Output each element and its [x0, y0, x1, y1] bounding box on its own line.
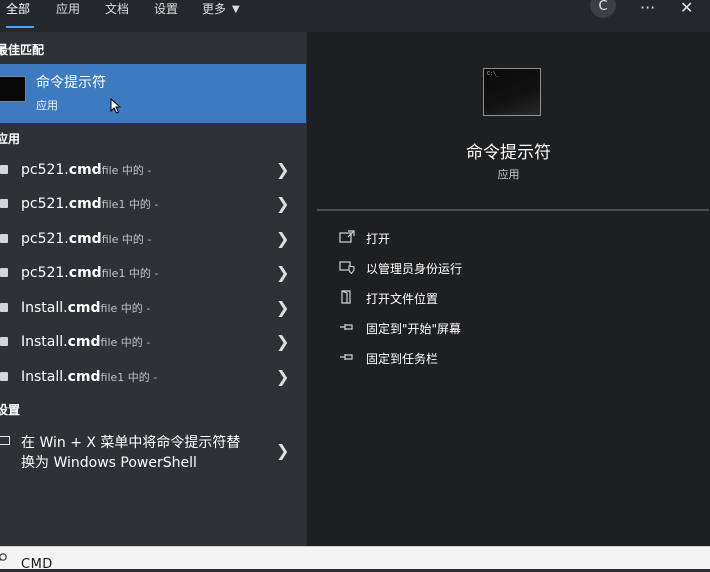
- result-row[interactable]: pc521.cmdfile1 中的 - ❯: [0, 256, 306, 290]
- pin-icon: [340, 324, 353, 330]
- search-icon: [0, 553, 7, 561]
- apps-header: 应用: [0, 132, 21, 146]
- file-icon: [0, 234, 8, 243]
- chevron-right-icon[interactable]: ❯: [276, 160, 289, 179]
- action-label: 打开: [366, 232, 391, 246]
- result-name: pc521.cmdfile1 中的 -: [21, 265, 159, 281]
- file-icon: [0, 337, 8, 346]
- best-match-type: 应用: [36, 99, 58, 112]
- more-options-icon[interactable]: ···: [640, 0, 655, 17]
- setting-result-row[interactable]: 在 Win + X 菜单中将命令提示符替 换为 Windows PowerShe…: [0, 428, 306, 472]
- action-label: 固定到任务栏: [366, 352, 439, 366]
- search-input[interactable]: CMD: [21, 557, 53, 572]
- command-prompt-app-icon: [0, 76, 26, 102]
- result-name: Install.cmdfile1 中的 -: [21, 369, 158, 385]
- tab-apps-label: 应用: [56, 2, 81, 16]
- search-tab-bar: 全部 应用 文档 设置 更多 ▼ C ··· ✕: [0, 0, 710, 32]
- tab-all[interactable]: 全部: [6, 0, 34, 32]
- file-icon: [0, 372, 8, 381]
- action-label: 打开文件位置: [366, 292, 439, 306]
- account-avatar[interactable]: C: [590, 0, 616, 18]
- result-name: Install.cmdfile 中的 -: [21, 300, 151, 316]
- settings-header: 设置: [0, 403, 21, 417]
- open-icon: [339, 230, 355, 243]
- caret-down-icon: ▼: [232, 4, 240, 15]
- divider: [317, 209, 709, 211]
- file-icon: [0, 199, 8, 208]
- action-label: 以管理员身份运行: [366, 262, 463, 276]
- detail-type: 应用: [497, 168, 520, 181]
- tab-documents[interactable]: 文档: [105, 0, 129, 32]
- folder-icon: [341, 290, 351, 304]
- results-panel: 最佳匹配 命令提示符 应用 应用 pc521.cmdfile 中的 - ❯ pc…: [0, 32, 306, 546]
- file-icon: [0, 165, 8, 174]
- tab-settings[interactable]: 设置: [154, 0, 178, 32]
- chevron-right-icon[interactable]: ❯: [276, 441, 289, 460]
- file-icon: [0, 268, 8, 277]
- file-icon: [0, 303, 8, 312]
- result-row[interactable]: Install.cmdfile 中的 - ❯: [0, 325, 306, 359]
- best-match-header: 最佳匹配: [0, 43, 45, 57]
- result-row[interactable]: pc521.cmdfile 中的 - ❯: [0, 153, 306, 187]
- result-row[interactable]: Install.cmdfile 中的 - ❯: [0, 291, 306, 325]
- chevron-right-icon[interactable]: ❯: [276, 332, 289, 351]
- result-row[interactable]: Install.cmdfile1 中的 - ❯: [0, 360, 306, 394]
- setting-line-1: 在 Win + X 菜单中将命令提示符替: [21, 435, 241, 451]
- setting-line-2: 换为 Windows PowerShell: [21, 455, 197, 471]
- close-icon[interactable]: ✕: [680, 0, 693, 17]
- tab-more[interactable]: 更多 ▼: [202, 0, 240, 32]
- best-match-item[interactable]: 命令提示符 应用: [0, 64, 306, 123]
- result-name: pc521.cmdfile 中的 -: [21, 231, 152, 247]
- tab-documents-label: 文档: [105, 2, 130, 16]
- command-prompt-large-icon: C:\_: [483, 68, 541, 116]
- result-name: pc521.cmdfile 中的 -: [21, 162, 152, 178]
- pin-icon: [340, 354, 353, 360]
- chevron-right-icon[interactable]: ❯: [276, 229, 289, 248]
- tab-all-label: 全部: [6, 2, 31, 16]
- result-name: Install.cmdfile 中的 -: [21, 334, 151, 350]
- chevron-right-icon[interactable]: ❯: [276, 298, 289, 317]
- details-panel: C:\_ 命令提示符 应用 打开 以管理员身份运行 打开文件位置 固定到"开始"…: [307, 32, 710, 546]
- chevron-right-icon[interactable]: ❯: [276, 263, 289, 282]
- search-box[interactable]: CMD: [0, 546, 710, 572]
- result-row[interactable]: pc521.cmdfile1 中的 - ❯: [0, 187, 306, 221]
- result-name: pc521.cmdfile1 中的 -: [21, 196, 159, 212]
- detail-title: 命令提示符: [466, 143, 551, 163]
- tab-apps[interactable]: 应用: [56, 0, 80, 32]
- monitor-icon: [0, 436, 10, 445]
- action-label: 固定到"开始"屏幕: [366, 322, 462, 336]
- chevron-right-icon[interactable]: ❯: [276, 194, 289, 213]
- tab-settings-label: 设置: [154, 2, 179, 16]
- shield-icon: [339, 261, 355, 274]
- tab-more-label: 更多: [202, 2, 227, 16]
- best-match-name: 命令提示符: [36, 75, 106, 91]
- result-row[interactable]: pc521.cmdfile 中的 - ❯: [0, 222, 306, 256]
- mouse-cursor-icon: [110, 98, 122, 114]
- chevron-right-icon[interactable]: ❯: [276, 367, 289, 386]
